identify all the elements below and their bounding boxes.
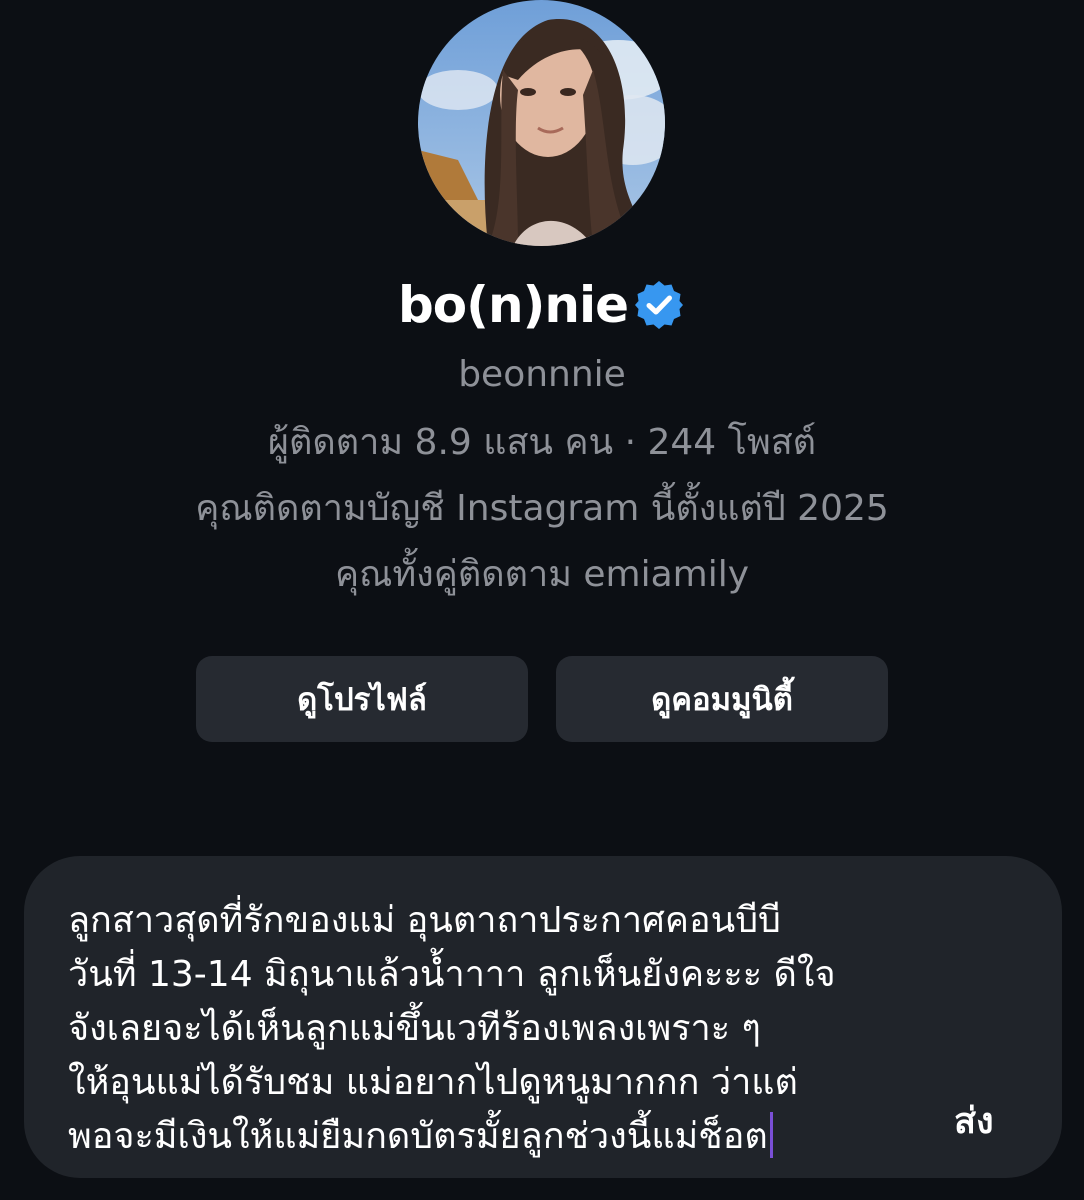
follow-since-text: คุณติดตามบัญชี Instagram นี้ตั้งแต่ปี 20… <box>195 488 889 529</box>
view-community-button[interactable]: ดูคอมมูนิตี้ <box>556 656 888 742</box>
profile-avatar[interactable] <box>418 0 665 246</box>
mutual-followers-text: คุณทั้งคู่ติดตาม emiamily <box>334 554 750 595</box>
text-caret <box>769 1112 773 1158</box>
message-composer[interactable]: ลูกสาวสุดที่รักของแม่ อุนตาถาประกาศคอนบี… <box>24 856 1062 1178</box>
verified-badge-icon <box>632 278 686 332</box>
avatar-photo <box>418 0 665 246</box>
profile-name-row: bo(n)nie <box>0 275 1084 335</box>
username: beonnnie <box>458 354 626 395</box>
display-name: bo(n)nie <box>397 276 629 334</box>
view-profile-button[interactable]: ดูโปรไฟล์ <box>196 656 528 742</box>
follower-post-stats: ผู้ติดตาม 8.9 แสน คน · 244 โพสต์ <box>267 422 817 463</box>
message-text: ลูกสาวสุดที่รักของแม่ อุนตาถาประกาศคอนบี… <box>68 900 836 1157</box>
message-input[interactable]: ลูกสาวสุดที่รักของแม่ อุนตาถาประกาศคอนบี… <box>68 894 928 1164</box>
send-button[interactable]: ส่ง <box>954 1100 994 1144</box>
